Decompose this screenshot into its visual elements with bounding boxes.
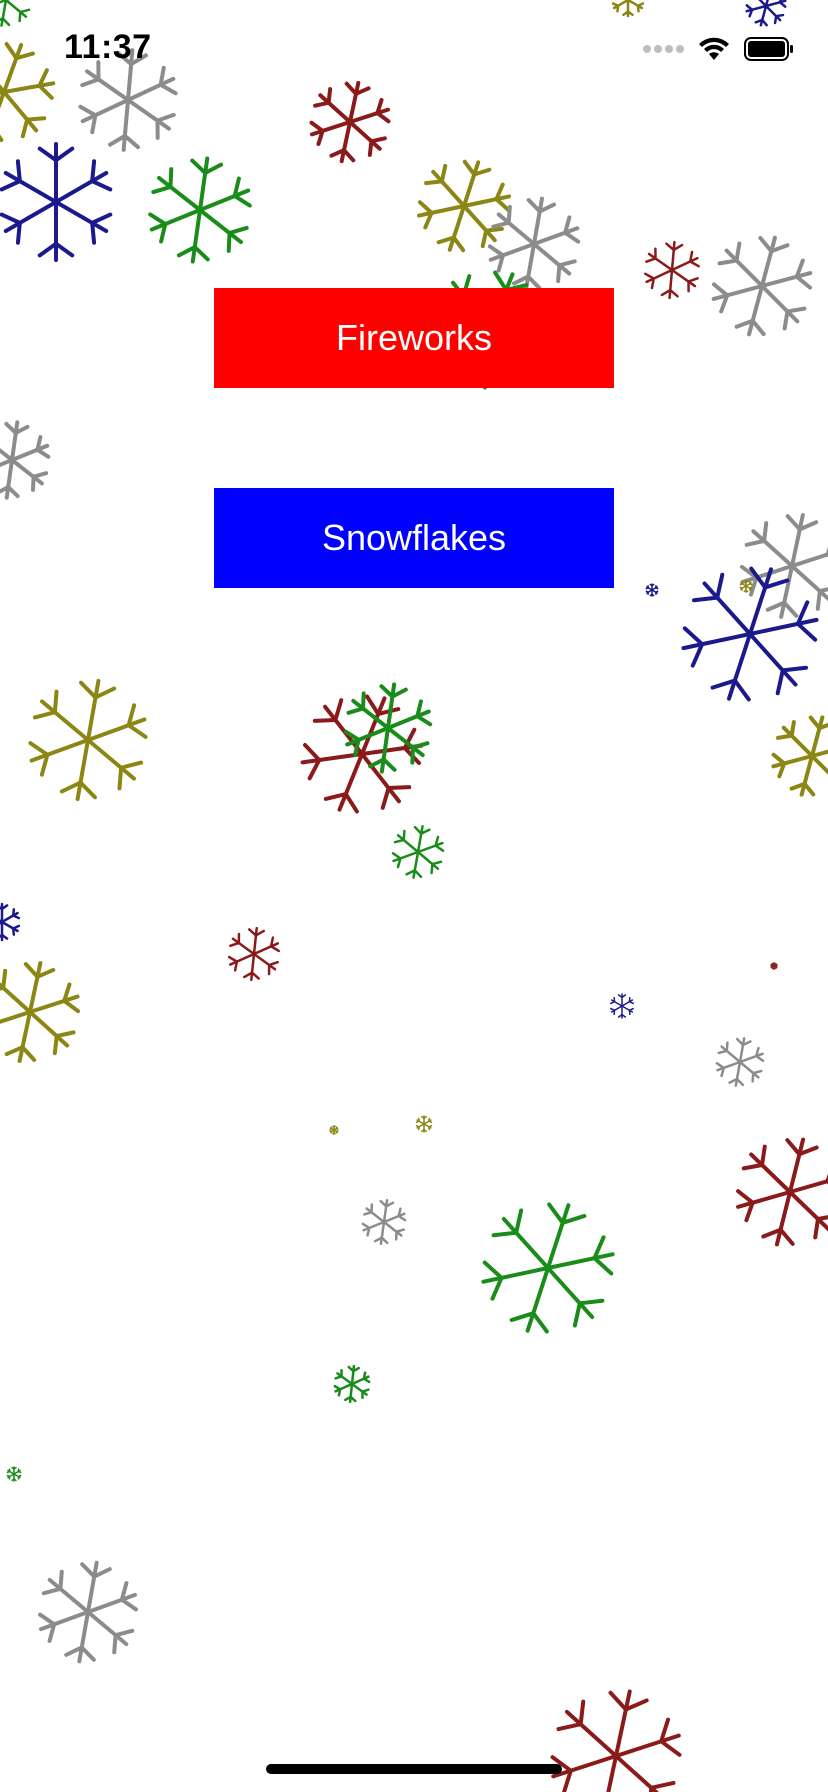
snowflakes-button[interactable]: Snowflakes (214, 488, 614, 588)
snowflake-icon (28, 678, 148, 802)
snowflake-icon (711, 235, 813, 337)
fireworks-button-label: Fireworks (335, 317, 492, 358)
snowflake-icon (0, 961, 81, 1063)
snowflake-icon (715, 1037, 765, 1087)
fireworks-button[interactable]: Fireworks (214, 288, 614, 388)
snowflake-icon (227, 926, 281, 982)
snowflake-animation-layer (0, 0, 828, 1792)
snowflake-icon (0, 420, 51, 500)
snowflake-icon (771, 715, 828, 797)
snowflake-icon (415, 1115, 433, 1133)
snowflake-icon (37, 1560, 139, 1664)
snowflake-icon (6, 1466, 22, 1482)
status-bar: 11:37 (0, 0, 828, 100)
snowflake-icon (481, 1202, 615, 1334)
snowflake-icon (361, 1198, 407, 1246)
snowflake-icon (487, 196, 581, 292)
snowflake-icon (391, 825, 445, 879)
snowflake-icon (550, 1689, 682, 1792)
snowflake-icon (148, 156, 252, 264)
snowflake-icon (739, 579, 753, 593)
status-icons (643, 34, 794, 64)
status-time: 11:37 (64, 28, 152, 66)
snowflake-icon (343, 682, 433, 774)
battery-icon (744, 37, 793, 61)
snowflake-icon (736, 1137, 828, 1247)
signal-icon (643, 45, 684, 53)
home-indicator (266, 1764, 562, 1774)
snowflake-icon (0, 902, 21, 942)
snowflake-icon (329, 1125, 339, 1135)
wifi-icon (699, 37, 729, 60)
snowflake-icon (610, 993, 634, 1019)
snowflake-icon (333, 1364, 371, 1404)
snowflake-icon (644, 240, 700, 300)
snowflake-icon (770, 962, 778, 970)
app-screen: 11:37 Fireworks Snowflakes (0, 0, 828, 1792)
snowflake-icon (417, 159, 511, 253)
snowflake-icon (645, 583, 659, 597)
snowflake-icon (0, 142, 113, 262)
snowflake-icon (740, 513, 828, 619)
snowflakes-button-label: Snowflakes (321, 517, 507, 558)
